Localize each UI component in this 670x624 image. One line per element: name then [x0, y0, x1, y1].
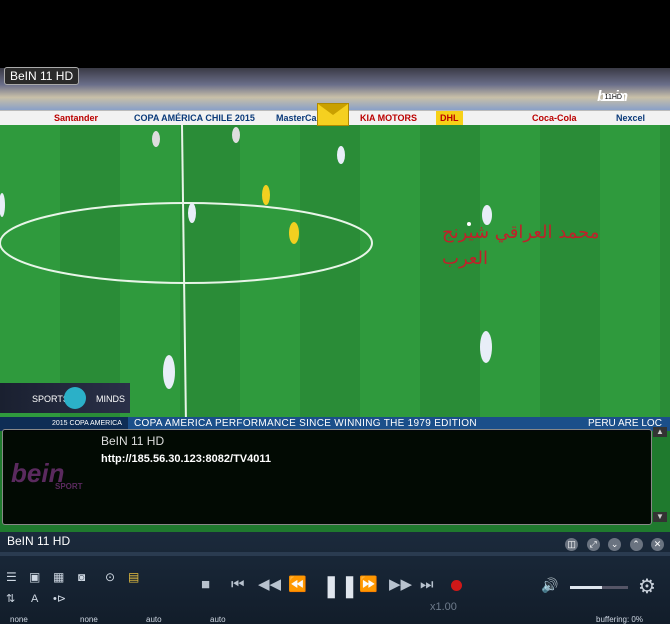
fullscreen-icon[interactable]: ⤢ [586, 538, 600, 551]
scroll-down-arrow-icon[interactable]: ▼ [653, 512, 667, 522]
ad-cocacola: Coca-Cola [532, 113, 577, 123]
channel-badge: BeIN 11 HD [4, 67, 80, 85]
screenshot-camera-icon[interactable]: ◙ [78, 570, 85, 584]
pause-icon[interactable]: ❚❚ [322, 574, 359, 598]
scroll-up-arrow-icon[interactable]: ▲ [653, 427, 667, 437]
envelope-icon[interactable] [317, 103, 349, 126]
step-forward-icon[interactable]: ▶▶ [389, 576, 412, 594]
window-buttons: ◫ ⤢ ⌄ ⌃ ✕ [561, 534, 664, 552]
sports-minds-banner: SPORTS MINDS [0, 383, 130, 413]
status-item-2[interactable]: none [80, 616, 98, 624]
minimize-icon[interactable]: ⌄ [608, 538, 622, 551]
collapse-icon[interactable]: ⌃ [629, 538, 643, 551]
channel-info-panel: bein SPORT BeIN 11 HD http://185.56.30.1… [2, 429, 652, 525]
sports-minds-logo-icon [64, 387, 86, 409]
next-icon[interactable]: ⏭ [420, 576, 434, 594]
grid-icon[interactable]: ▦ [53, 570, 64, 584]
stream-url: http://185.56.30.123:8082/TV4011 [101, 453, 271, 465]
equalizer-icon[interactable]: ⇅ [6, 592, 15, 606]
search-icon[interactable]: ⊙ [105, 570, 115, 584]
step-back-icon[interactable]: ◀◀ [258, 576, 281, 594]
status-item-1[interactable]: none [10, 616, 28, 624]
playback-speed: x1.00 [430, 601, 457, 613]
ad-nexcel: Nexcel [616, 113, 646, 123]
overlay-arabic-text: محمد العراقي شيرنج العرب [442, 222, 600, 269]
restore-icon[interactable]: ◫ [565, 538, 579, 551]
ad-copa: COPA AMÉRICA CHILE 2015 [134, 113, 255, 123]
rewind-icon[interactable]: ⏪ [288, 576, 307, 594]
status-item-3[interactable]: auto [146, 616, 162, 624]
minds-label: MINDS [96, 394, 125, 404]
previous-icon[interactable]: ⏮ [231, 576, 245, 594]
bein-sport-logo: bein SPORT [11, 458, 91, 494]
fast-forward-icon[interactable]: ⏩ [359, 576, 378, 594]
volume-icon[interactable]: 🔊 [541, 577, 558, 594]
audio-track-icon[interactable]: •⊳ [53, 592, 66, 606]
ad-santander: Santander [54, 113, 99, 123]
status-row: none none auto auto buffering: 0% [0, 616, 670, 624]
football-pitch [0, 125, 670, 425]
stop-icon[interactable]: ■ [201, 576, 210, 594]
bein-logo-sub: SPORT [55, 482, 83, 491]
status-item-4[interactable]: auto [210, 616, 226, 624]
player-control-bar: BeIN 11 HD ◫ ⤢ ⌄ ⌃ ✕ ☰ ▣ ▦ ◙ ⊙ ▤ ⇅ A •⊳ … [0, 532, 670, 624]
player-title: BeIN 11 HD [7, 534, 71, 548]
buffering-status: buffering: 0% [596, 616, 643, 624]
gear-icon[interactable]: ⚙ [638, 574, 656, 599]
ad-kia: KIA MOTORS [360, 113, 418, 123]
volume-level [570, 586, 602, 589]
playlist-icon[interactable]: ☰ [6, 570, 17, 584]
close-icon[interactable]: ✕ [651, 538, 664, 551]
channel-title: BeIN 11 HD [101, 434, 165, 448]
subtitle-icon[interactable]: A [31, 592, 38, 606]
record-icon[interactable] [451, 580, 462, 591]
pitch-lines [0, 125, 492, 425]
pip-icon[interactable]: ▣ [29, 570, 40, 584]
seek-bar[interactable] [0, 552, 670, 556]
ad-dhl: DHL [436, 111, 463, 125]
bein-hd-badge: 11HD [602, 94, 624, 101]
epg-icon[interactable]: ▤ [128, 570, 139, 584]
